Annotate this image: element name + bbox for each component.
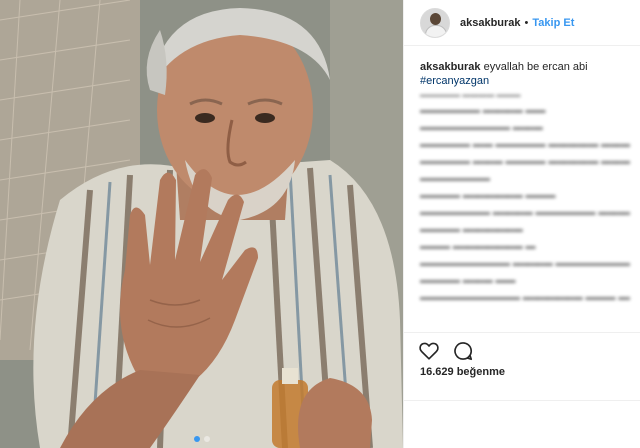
blurred-comment: ▬▬▬▬ ▬▬▬▬▬▬ ▬▬▬: [420, 190, 556, 201]
post-actions: [404, 332, 640, 368]
blurred-comment: ▬▬▬▬ ▬▬▬ ▬▬: [420, 275, 516, 286]
blurred-comment: ▬▬▬▬▬ ▬▬▬ ▬▬▬▬ ▬▬▬▬▬ ▬▬▬: [420, 156, 630, 167]
divider: [404, 400, 640, 401]
separator-dot: •: [524, 16, 529, 29]
avatar[interactable]: [420, 7, 450, 38]
carousel-indicator[interactable]: [0, 436, 403, 442]
blurred-comment: ▬▬▬▬ ▬▬▬▬▬▬: [420, 224, 523, 235]
post-sidebar: aksakburak • Takip Et aksakburak eyvalla…: [403, 0, 640, 448]
post-photo: [0, 0, 403, 448]
comment-bubble-icon[interactable]: [452, 340, 474, 362]
blurred-comment: ▬▬▬▬▬▬▬▬▬ ▬▬▬: [420, 122, 543, 133]
blurred-comment: ▬▬▬▬▬▬▬: [420, 173, 490, 184]
blurred-comment: ▬▬▬▬▬▬ ▬▬▬▬ ▬▬: [420, 105, 546, 116]
caption: aksakburak eyvallah be ercan abi #ercany…: [420, 60, 630, 88]
blurred-comment: ▬▬▬▬▬▬▬▬▬ ▬▬▬▬ ▬▬▬▬▬▬▬▬: [420, 258, 630, 269]
header-username[interactable]: aksakburak: [460, 17, 521, 29]
likes-count[interactable]: 16.629 beğenme: [420, 366, 505, 378]
blurred-comment: ▬▬▬▬▬ ▬▬ ▬▬▬▬▬ ▬▬▬▬▬ ▬▬▬▬: [420, 139, 630, 150]
caption-text: eyvallah be ercan abi: [480, 61, 588, 73]
caption-username[interactable]: aksakburak: [420, 61, 481, 73]
blurred-comment: ▬▬▬ ▬▬▬▬▬▬▬ ▬: [420, 241, 536, 252]
follow-button[interactable]: Takip Et: [532, 17, 574, 29]
carousel-dot[interactable]: [203, 436, 210, 442]
blurred-comment: ▬▬▬▬▬▬▬▬▬▬ ▬▬▬▬▬▬ ▬▬▬ ▬▬ ▬: [420, 292, 630, 303]
carousel-dot-active[interactable]: [193, 436, 200, 442]
blurred-comment: ▬▬▬▬▬▬▬ ▬▬▬▬ ▬▬▬▬▬▬ ▬▬▬▬ ▬▬▬▬: [420, 207, 630, 218]
post-header: aksakburak • Takip Et: [404, 0, 640, 46]
comments-list: aksakburak eyvallah be ercan abi #ercany…: [420, 60, 630, 306]
blurred-line: ▬▬▬▬▬ ▬▬▬▬ ▬▬▬: [420, 90, 521, 99]
heart-outline-icon[interactable]: [418, 340, 440, 362]
photo-illustration: [0, 0, 403, 448]
caption-hashtag[interactable]: #ercanyazgan: [420, 74, 630, 88]
